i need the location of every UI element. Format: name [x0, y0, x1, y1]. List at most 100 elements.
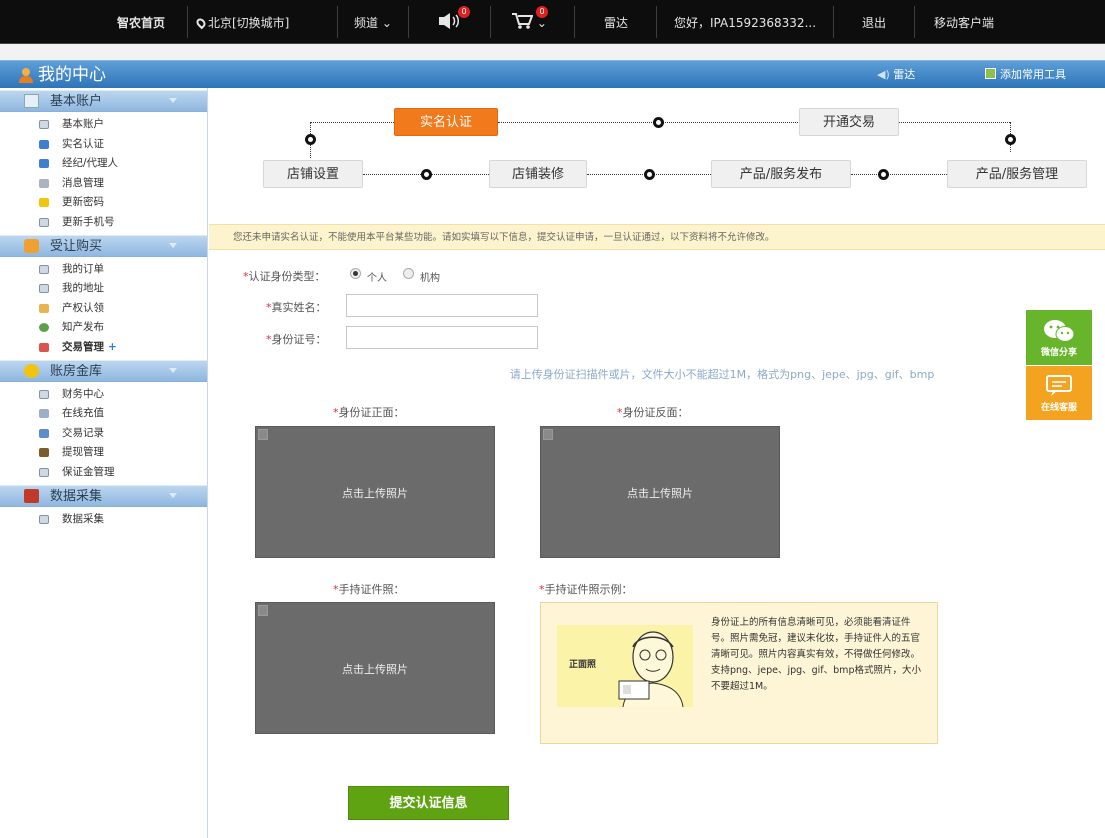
sidebar-item-data-collect[interactable]: 数据采集 [0, 510, 207, 530]
account-icon [24, 94, 39, 108]
divider [574, 6, 575, 38]
broken-image-icon [543, 429, 553, 440]
sidebar-item-withdraw[interactable]: 提现管理 [0, 443, 207, 463]
header-radar-link[interactable]: ◀) 雷达 [877, 61, 915, 89]
main-content: 实名认证 开通交易 店铺设置 店铺装修 产品/服务发布 产品/服务管理 您还未申… [209, 88, 1105, 838]
sidebar-item-address[interactable]: 我的地址 [0, 279, 207, 299]
radio-organization[interactable] [403, 268, 414, 279]
center-header: 我的中心 ◀) 雷达 添加常用工具 [0, 60, 1105, 88]
example-box: 正面照 身份证上的所有信息清晰可见，必须能看清证件号。照片需免冠，建议未化妆，手… [540, 602, 938, 744]
realname-notice: 您还未申请实名认证，不能使用本平台某些功能。请如实填写以下信息，提交认证申请，一… [209, 224, 1105, 250]
sidebar-item-label: 知产发布 [62, 321, 104, 334]
sidebar-group-basic[interactable]: 基本账户 [0, 90, 207, 112]
group-label: 数据采集 [50, 488, 103, 504]
sidebar-item-property[interactable]: 产权认领 [0, 299, 207, 319]
sidebar: 基本账户 基本账户 实名认证 经纪/代理人 消息管理 更新密码 更新手机号 受让… [0, 88, 208, 838]
sidebar-item-messages[interactable]: 消息管理 [0, 174, 207, 194]
wechat-share-label: 微信分享 [1040, 348, 1077, 358]
sidebar-group-data[interactable]: 数据采集 [0, 484, 207, 507]
card-icon [39, 217, 49, 227]
online-service-label: 在线客服 [1040, 403, 1077, 413]
upload-hold-photo[interactable]: 点击上传照片 [255, 602, 495, 734]
radio-personal[interactable] [350, 268, 361, 279]
mobile-client-link[interactable]: 移动客户端 [934, 0, 994, 44]
wechat-share-button[interactable]: 微信分享 [1026, 310, 1092, 365]
radio-personal-label: 个人 [367, 273, 387, 284]
sidebar-item-broker[interactable]: 经纪/代理人 [0, 154, 207, 174]
sidebar-item-label: 产权认领 [62, 301, 104, 314]
sidebar-item-label: 我的订单 [62, 262, 104, 275]
user-icon [19, 68, 33, 83]
connector [310, 122, 394, 123]
location-link[interactable]: 北京[切换城市] [194, 0, 289, 44]
channel-menu[interactable]: 频道 ⌄ [354, 0, 392, 44]
real-name-input[interactable] [346, 294, 538, 317]
sidebar-item-ip-publish[interactable]: 知产发布 [0, 318, 207, 338]
sidebar-item-label: 财务中心 [62, 387, 104, 400]
divider [187, 6, 188, 38]
top-navbar: 智农首页 北京[切换城市] 频道 ⌄ 0 ⌄ 0 雷达 您好，IPA159236… [0, 0, 1105, 44]
connector [899, 122, 1010, 123]
sidebar-item-label: 更新密码 [62, 196, 104, 209]
sidebar-group-treasury[interactable]: 账房金库 [0, 359, 207, 382]
upload-hint: 请上传身份证扫描件或片，文件大小不能超过1M，格式为png、jepe、jpg、g… [509, 368, 935, 381]
sidebar-item-label: 交易管理 [62, 340, 104, 353]
step-realname[interactable]: 实名认证 [394, 108, 498, 136]
upload-id-back[interactable]: 点击上传照片 [540, 426, 780, 558]
step-shop-setup[interactable]: 店铺设置 [263, 160, 363, 188]
card-icon [39, 467, 49, 477]
sidebar-group-purchase[interactable]: 受让购买 [0, 234, 207, 257]
label-text: 手持证件照： [338, 583, 405, 596]
id-number-input[interactable] [346, 326, 538, 349]
idno-label: *身份证号： [266, 331, 327, 347]
sidebar-item-basic-account[interactable]: 基本账户 [0, 115, 207, 135]
data-icon [24, 488, 39, 503]
add-tool-link[interactable]: 添加常用工具 [985, 61, 1066, 89]
location-pin-icon [194, 16, 208, 30]
person-holding-id-illustration [618, 631, 684, 707]
sidebar-item-label: 基本账户 [62, 118, 104, 130]
add-tool-label: 添加常用工具 [1000, 68, 1066, 81]
sidebar-item-records[interactable]: 交易记录 [0, 424, 207, 444]
radar-link[interactable]: 雷达 [604, 0, 628, 44]
step-shop-decor[interactable]: 店铺装修 [489, 160, 587, 188]
sidebar-item-recharge[interactable]: 在线充值 [0, 404, 207, 424]
logout-link[interactable]: 退出 [862, 0, 886, 44]
step-trade[interactable]: 开通交易 [799, 108, 899, 136]
cart-badge: 0 [536, 6, 548, 18]
toolbox-icon [985, 68, 996, 79]
home-link[interactable]: 智农首页 [117, 0, 165, 44]
divider [914, 6, 915, 38]
upload-text: 点击上传照片 [342, 487, 408, 500]
process-steps: 实名认证 开通交易 店铺设置 店铺装修 产品/服务发布 产品/服务管理 [209, 88, 1105, 212]
chevron-down-icon: ⌄ [381, 16, 392, 30]
label-text: 手持证件照示例： [544, 583, 633, 596]
step-product-manage[interactable]: 产品/服务管理 [947, 160, 1087, 188]
label-text: 身份证反面： [622, 406, 689, 419]
document-icon [39, 409, 49, 419]
divider [656, 6, 657, 38]
sidebar-item-trade-manage[interactable]: 交易管理 + [0, 338, 207, 358]
sidebar-item-password[interactable]: 更新密码 [0, 193, 207, 213]
submit-button[interactable]: 提交认证信息 [348, 786, 509, 820]
wechat-icon [1044, 320, 1075, 342]
plus-icon[interactable]: + [108, 341, 117, 353]
connector [851, 174, 947, 175]
example-label: *手持证件照示例： [539, 581, 633, 597]
sidebar-item-label: 实名认证 [62, 137, 104, 150]
radio-organization-label: 机构 [420, 273, 440, 284]
sidebar-item-orders[interactable]: 我的订单 [0, 260, 207, 280]
sidebar-item-label: 提现管理 [62, 446, 104, 459]
speaker-badge: 0 [458, 6, 470, 18]
sidebar-item-phone[interactable]: 更新手机号 [0, 213, 207, 233]
sidebar-item-realname[interactable]: 实名认证 [0, 135, 207, 155]
online-service-button[interactable]: 在线客服 [1026, 366, 1092, 420]
step-product-publish[interactable]: 产品/服务发布 [711, 160, 851, 188]
sidebar-item-finance[interactable]: 财务中心 [0, 385, 207, 405]
upload-id-front[interactable]: 点击上传照片 [255, 426, 495, 558]
user-greeting[interactable]: 您好，IPA1592368332... [674, 0, 816, 44]
label-text: 身份证号： [271, 333, 327, 346]
divider [833, 6, 834, 38]
sidebar-item-deposit[interactable]: 保证金管理 [0, 463, 207, 483]
example-description: 身份证上的所有信息清晰可见，必须能看清证件号。照片需免冠，建议未化妆，手持证件人… [711, 617, 921, 692]
